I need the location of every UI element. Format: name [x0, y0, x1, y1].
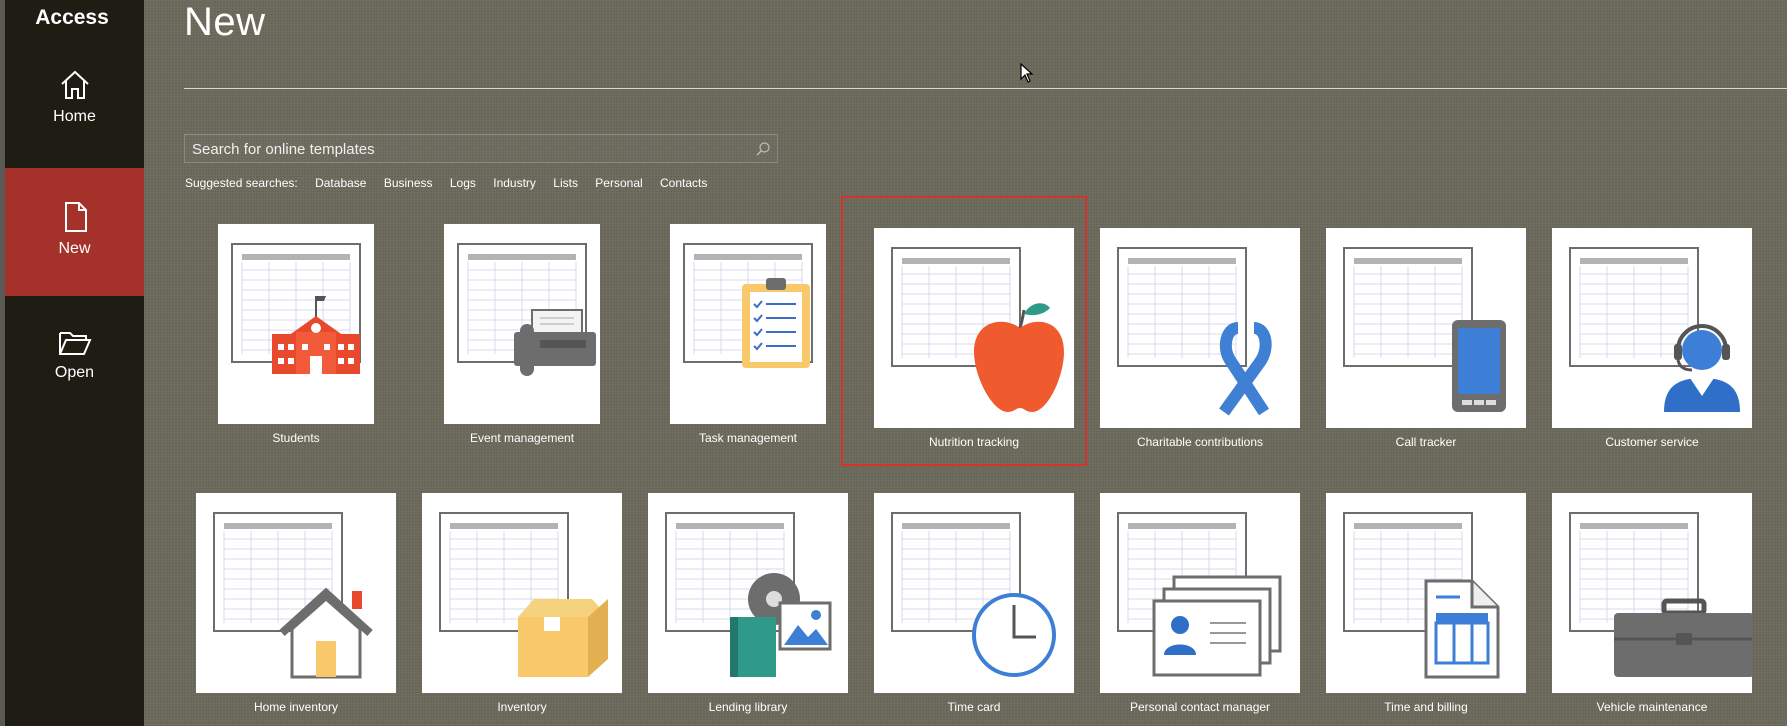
page-title: New	[184, 0, 266, 44]
box-icon	[518, 599, 608, 677]
template-label: Nutrition tracking	[928, 435, 1020, 449]
template-tile-vehicle-maintenance[interactable]: Vehicle maintenance	[1552, 493, 1752, 714]
template-thumbnail	[648, 493, 848, 693]
template-label: Charitable contributions	[1136, 435, 1264, 449]
template-thumbnail	[1552, 228, 1752, 428]
template-tile-event-management[interactable]: Event management	[422, 224, 622, 445]
template-tile-time-card[interactable]: Time card	[874, 493, 1074, 714]
template-tile-nutrition-tracking[interactable]: Nutrition tracking	[874, 228, 1074, 449]
suggested-searches-label: Suggested searches:	[185, 176, 298, 190]
template-tile-time-and-billing[interactable]: Time and billing	[1326, 493, 1526, 714]
nav-item-home[interactable]: Home	[5, 68, 144, 148]
nav-item-open[interactable]: Open	[5, 328, 144, 408]
template-thumbnail	[444, 224, 600, 424]
template-tile-lending-library[interactable]: Lending library	[648, 493, 848, 714]
template-thumbnail	[874, 228, 1074, 428]
template-thumbnail	[1552, 493, 1752, 693]
search-input[interactable]	[190, 135, 734, 164]
template-tile-inventory[interactable]: Inventory	[422, 493, 622, 714]
template-thumbnail	[218, 224, 374, 424]
folder-open-icon	[58, 332, 92, 355]
backstage-sidebar: Access Home New Open	[0, 0, 144, 726]
template-thumbnail	[1100, 493, 1300, 693]
template-label: Call tracker	[1395, 435, 1457, 449]
template-thumbnail	[422, 493, 622, 693]
clipboard-checklist-icon	[742, 278, 810, 368]
template-label: Event management	[469, 431, 575, 445]
template-thumbnail	[1326, 228, 1526, 428]
suggested-search-link[interactable]: Business	[384, 176, 433, 190]
template-thumbnail	[874, 493, 1074, 693]
template-tile-charitable-contributions[interactable]: Charitable contributions	[1100, 228, 1300, 449]
template-thumbnail	[196, 493, 396, 693]
nav-item-label: New	[58, 240, 91, 257]
nav-item-label: Open	[54, 364, 95, 381]
template-label: Customer service	[1605, 435, 1699, 449]
suggested-searches: Suggested searches: Database Business Lo…	[185, 176, 721, 190]
invoice-document-icon	[1424, 579, 1500, 679]
template-thumbnail	[1100, 228, 1300, 428]
suggested-search-link[interactable]: Database	[315, 176, 366, 190]
template-tile-customer-service[interactable]: Customer service	[1552, 228, 1752, 449]
new-document-icon	[64, 202, 87, 232]
template-thumbnail	[1326, 493, 1526, 693]
suggested-search-link[interactable]: Personal	[595, 176, 642, 190]
template-label: Time card	[947, 700, 1001, 714]
home-icon	[60, 70, 89, 99]
clipped-template-label: ​	[253, 55, 333, 64]
mouse-pointer-icon	[1020, 63, 1034, 83]
section-divider	[184, 88, 1787, 89]
template-search-box[interactable]	[184, 134, 778, 164]
suggested-search-link[interactable]: Contacts	[660, 176, 707, 190]
suggested-search-link[interactable]: Lists	[553, 176, 578, 190]
template-label: Home inventory	[253, 700, 339, 714]
template-tile-students[interactable]: Students	[196, 224, 396, 445]
suggested-search-link[interactable]: Industry	[493, 176, 536, 190]
contact-cards-icon	[1152, 575, 1282, 677]
app-title: Access	[35, 6, 109, 29]
template-label: Lending library	[708, 700, 788, 714]
template-tile-personal-contact-manager[interactable]: Personal contact manager	[1100, 493, 1300, 714]
template-tile-call-tracker[interactable]: Call tracker	[1326, 228, 1526, 449]
template-label: Inventory	[497, 700, 547, 714]
template-label: Personal contact manager	[1129, 700, 1271, 714]
template-label: Time and billing	[1384, 700, 1468, 714]
search-icon[interactable]	[755, 141, 771, 157]
mobile-phone-icon	[1452, 320, 1506, 412]
template-thumbnail	[670, 224, 826, 424]
nav-item-label: Home	[53, 108, 96, 125]
template-label: Task management	[698, 431, 798, 445]
clock-icon	[972, 593, 1056, 677]
template-label: Vehicle maintenance	[1596, 700, 1708, 714]
template-label: Students	[272, 431, 320, 445]
template-tile-home-inventory[interactable]: Home inventory	[196, 493, 396, 714]
nav-item-new[interactable]: New	[5, 168, 144, 296]
template-tile-task-management[interactable]: Task management	[648, 224, 848, 445]
suggested-search-link[interactable]: Logs	[450, 176, 476, 190]
